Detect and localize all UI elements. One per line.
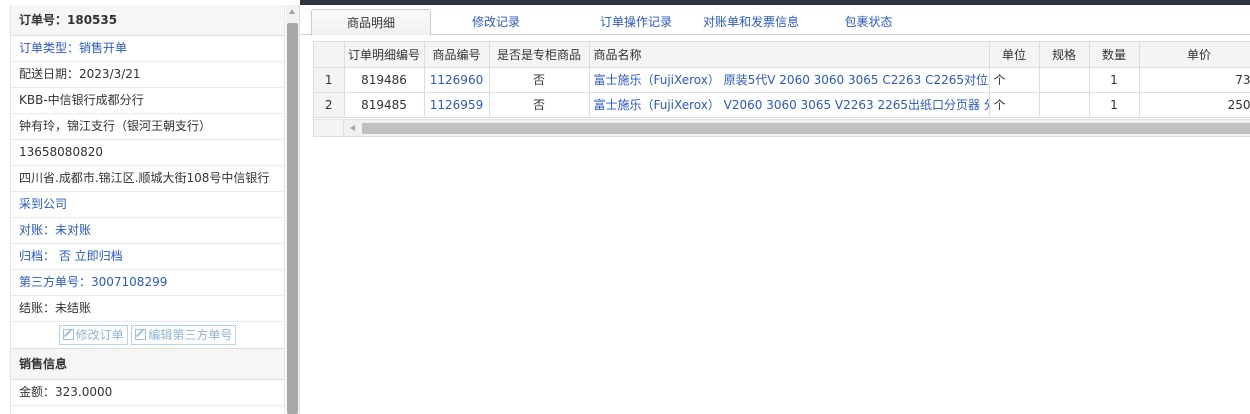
- order-fields: 订单类型：销售开单 配送日期：2023/3/21 KBB-中信银行成都分行 钟有玲，锦…: [11, 36, 284, 322]
- edit-icon: [135, 329, 147, 340]
- table-cell: 否: [489, 67, 590, 93]
- table-header-row: 订单明细编号 商品编号 是否是专柜商品 商品名称 单位 规格 数量 单价: [314, 42, 1250, 68]
- tab[interactable]: 对账单和发票信息: [691, 9, 811, 36]
- table-cell: 1: [1089, 92, 1140, 118]
- tab[interactable]: 订单操作记录: [561, 9, 711, 36]
- table-cell: 1: [314, 67, 345, 93]
- order-info-panel: 订单号：180535 订单类型：销售开单 配送日期：2023/3/21 KBB-中信…: [0, 5, 300, 414]
- table-cell[interactable]: 1126960: [424, 67, 490, 93]
- column-header[interactable]: 数量: [1089, 42, 1140, 68]
- edit-third-party-label: 编辑第三方单号: [148, 328, 233, 342]
- scrollbar-corner: [314, 120, 344, 136]
- table-cell: 73: [1139, 67, 1250, 93]
- horizontal-scrollbar-thumb[interactable]: [362, 123, 1250, 134]
- order-field: 结账：未结账: [11, 296, 284, 322]
- table-horizontal-scrollbar[interactable]: [314, 119, 1250, 136]
- order-field[interactable]: 归档： 否 立即归档: [11, 244, 284, 270]
- items-table: 订单明细编号 商品编号 是否是专柜商品 商品名称 单位 规格 数量 单价 1 819486 112…: [314, 42, 1250, 118]
- column-header[interactable]: 规格: [1039, 42, 1090, 68]
- column-header[interactable]: 商品编号: [424, 42, 490, 68]
- items-grid: 订单明细编号 商品编号 是否是专柜商品 商品名称 单位 规格 数量 单价 1 819486 112…: [313, 41, 1250, 137]
- column-header[interactable]: 单价: [1139, 42, 1250, 68]
- table-row[interactable]: 2 819485 1126959 否富士施乐（FujiXerox） V2060 306…: [314, 92, 1250, 118]
- left-scrollbar-thumb[interactable]: [287, 23, 298, 414]
- order-field: 13658080820: [11, 140, 284, 166]
- edit-third-party-button[interactable]: 编辑第三方单号: [131, 325, 237, 345]
- table-cell: 1: [1089, 67, 1140, 93]
- detail-panel: 商品明细 修改记录 订单操作记录 对账单和发票信息 包裹状态 订单明细编号 商品编号 是否是…: [301, 5, 1250, 414]
- tab[interactable]: 商品明细: [311, 9, 431, 36]
- table-cell: 819486: [344, 67, 425, 93]
- sales-info-header: 销售信息: [11, 349, 284, 380]
- order-field[interactable]: 对账：未对账: [11, 218, 284, 244]
- tab[interactable]: 修改记录: [431, 9, 561, 36]
- column-header[interactable]: 订单明细编号: [344, 42, 425, 68]
- table-cell[interactable]: 富士施乐（FujiXerox） 原装5代V 2060 3060 3065 C22…: [589, 67, 990, 93]
- order-field: 配送日期：2023/3/21: [11, 62, 284, 88]
- sales-amount: 金额：323.0000: [11, 380, 284, 406]
- table-row[interactable]: 1 819486 1126960 否富士施乐（FujiXerox） 原装5代V 206…: [314, 67, 1250, 93]
- order-field[interactable]: 第三方单号：3007108299: [11, 270, 284, 296]
- detail-tabs: 商品明细 修改记录 订单操作记录 对账单和发票信息 包裹状态: [301, 5, 1250, 36]
- scroll-left-icon[interactable]: [350, 125, 355, 131]
- table-cell: [1039, 67, 1090, 93]
- column-header[interactable]: 是否是专柜商品: [489, 42, 590, 68]
- table-cell: 个: [989, 67, 1040, 93]
- column-header[interactable]: 单位: [989, 42, 1040, 68]
- order-number-header: 订单号：180535: [11, 5, 284, 36]
- edit-order-label: 修改订单: [75, 328, 124, 342]
- order-field[interactable]: 订单类型：销售开单: [11, 36, 284, 62]
- order-field: 钟有玲，锦江支行（银河王朝支行）: [11, 114, 284, 140]
- table-cell[interactable]: 1126959: [424, 92, 490, 118]
- edit-order-button[interactable]: 修改订单: [58, 325, 128, 345]
- table-cell[interactable]: 富士施乐（FujiXerox） V2060 3060 3065 V2263 22…: [589, 92, 990, 118]
- table-cell: [1039, 92, 1090, 118]
- column-header[interactable]: 商品名称: [589, 42, 990, 68]
- left-scrollbar[interactable]: [286, 5, 299, 414]
- order-info-content: 订单号：180535 订单类型：销售开单 配送日期：2023/3/21 KBB-中信…: [10, 5, 285, 414]
- order-field[interactable]: 采到公司: [11, 192, 284, 218]
- table-cell: 250: [1139, 92, 1250, 118]
- order-field: KBB-中信银行成都分行: [11, 88, 284, 114]
- table-cell: 2: [314, 92, 345, 118]
- order-field: 四川省.成都市.锦江区.顺城大街108号中信银行: [11, 166, 284, 192]
- order-actions: 修改订单 编辑第三方单号: [11, 322, 284, 349]
- column-header[interactable]: [314, 42, 345, 68]
- scroll-up-icon[interactable]: [289, 9, 295, 14]
- table-cell: 819485: [344, 92, 425, 118]
- table-cell: 否: [489, 92, 590, 118]
- edit-icon: [62, 329, 74, 340]
- table-cell: 个: [989, 92, 1040, 118]
- tab[interactable]: 包裹状态: [811, 9, 926, 36]
